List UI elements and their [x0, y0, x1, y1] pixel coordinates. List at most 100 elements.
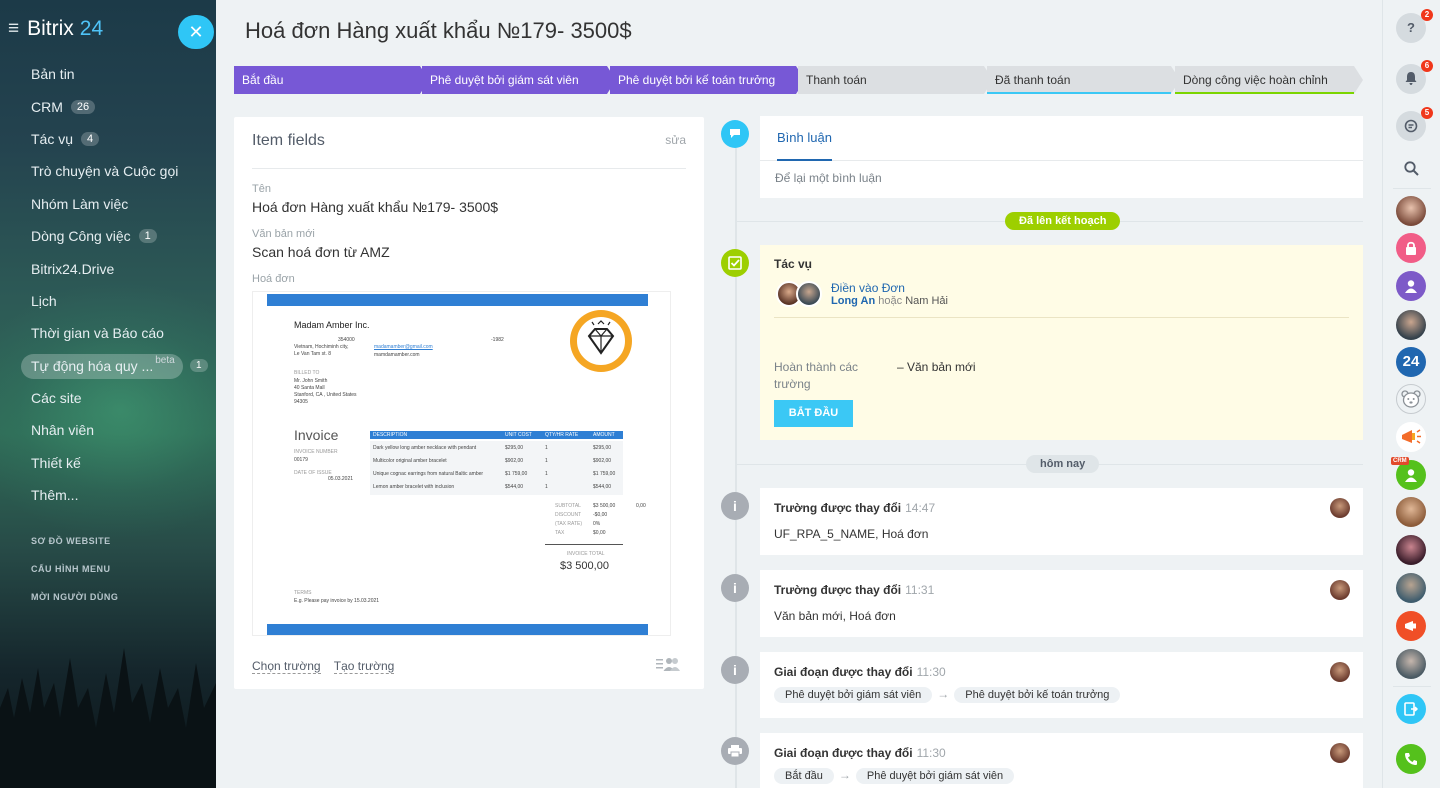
- sidebar-item-employees[interactable]: Nhân viên: [0, 414, 216, 446]
- sidebar-menu: Bản tin CRM 26 Tác vụ 4 Trò chuyện và Cuộc…: [0, 58, 216, 511]
- history-item: Giai đoạn được thay đổi 11:30 Phê duyệt b…: [760, 652, 1363, 718]
- avatar[interactable]: [1330, 662, 1350, 682]
- user-group-icon[interactable]: [1396, 271, 1426, 301]
- field-newtext-value: Scan hoá đơn từ AMZ: [252, 244, 390, 260]
- megaphone-icon[interactable]: [1396, 422, 1426, 452]
- sidebar-item-automation[interactable]: Tự động hóa quy ... beta 1: [0, 350, 216, 382]
- history-title: Giai đoạn được thay đổi 11:30: [774, 665, 946, 679]
- task-title: Tác vụ: [774, 257, 813, 271]
- task-assignees: Long An hoặc Nam Hải: [831, 295, 948, 307]
- select-field-link[interactable]: Chọn trường: [252, 659, 321, 674]
- info-icon: i: [721, 492, 749, 520]
- sidebar-item-tasks[interactable]: Tác vụ 4: [0, 123, 216, 155]
- avatar[interactable]: [1396, 497, 1426, 527]
- avatar[interactable]: [1396, 535, 1426, 565]
- stage-supervisor-approval[interactable]: Phê duyệt bởi giám sát viên: [422, 66, 616, 94]
- avatar[interactable]: [1330, 743, 1350, 763]
- info-icon: i: [721, 574, 749, 602]
- field-links: Chọn trường Tạo trường: [252, 659, 404, 674]
- avatar[interactable]: [1330, 580, 1350, 600]
- stage-payment[interactable]: Thanh toán: [798, 66, 993, 94]
- sidebar-item-more[interactable]: Thêm...: [0, 479, 216, 511]
- close-slider-button[interactable]: ✕: [178, 15, 214, 49]
- item-fields-card: Item fields sửa Tên Hoá đơn Hàng xuất kh…: [234, 117, 704, 689]
- configure-menu-link[interactable]: CẤU HÌNH MENU: [31, 564, 111, 574]
- history-title: Trường được thay đổi 11:31: [774, 583, 935, 597]
- page-title: Hoá đơn Hàng xuất khẩu №179- 3500$: [245, 18, 632, 43]
- menu-burger-icon[interactable]: ≡: [8, 18, 19, 40]
- sidebar-item-chat[interactable]: Trò chuyện và Cuộc gọi: [0, 155, 216, 187]
- timeline-line: [735, 133, 737, 788]
- history-item: Trường được thay đổi 11:31 Văn bản mới, H…: [760, 570, 1363, 637]
- sidebar-item-workflows[interactable]: Dòng Công việc 1: [0, 220, 216, 252]
- bear-icon[interactable]: [1396, 384, 1426, 414]
- left-sidebar: ≡ Bitrix 24 ✕ Bản tin CRM 26 Tác vụ 4 Trò c…: [0, 0, 216, 788]
- avatar[interactable]: [1396, 649, 1426, 679]
- announce-icon[interactable]: [1396, 611, 1426, 641]
- create-document-icon[interactable]: [1396, 694, 1426, 724]
- planned-badge: Đã lên kết hoạch: [1005, 212, 1121, 230]
- field-invoice-label: Hoá đơn: [252, 273, 295, 285]
- history-title: Giai đoạn được thay đổi 11:30: [774, 746, 946, 760]
- avatar[interactable]: [1330, 498, 1350, 518]
- sidebar-item-news[interactable]: Bản tin: [0, 58, 216, 90]
- avatar[interactable]: [1396, 196, 1426, 226]
- field-newtext-label: Văn bản mới: [252, 228, 315, 240]
- forest-background: [0, 648, 216, 788]
- help-icon[interactable]: ? 2: [1396, 9, 1433, 43]
- lock-icon[interactable]: [1396, 233, 1426, 263]
- sitemap-link[interactable]: SƠ ĐỒ WEBSITE: [31, 536, 111, 546]
- sidebar-item-sites[interactable]: Các site: [0, 382, 216, 414]
- invoice-image[interactable]: Madam Amber Inc. 354000 Vietnam, Hochimi…: [252, 291, 671, 636]
- chat-icon[interactable]: 5: [1396, 107, 1433, 141]
- task-check-icon: [721, 249, 749, 277]
- history-body: UF_RPA_5_NAME, Hoá đơn: [774, 527, 929, 541]
- comment-card: Bình luận Để lại một bình luận: [760, 116, 1363, 198]
- start-task-button[interactable]: BẮT ĐẦU: [774, 400, 853, 427]
- invite-users-link[interactable]: MỜI NGƯỜI DÙNG: [31, 592, 118, 602]
- crm-count-badge: 26: [70, 99, 96, 114]
- sidebar-item-drive[interactable]: Bitrix24.Drive: [0, 252, 216, 284]
- sidebar-item-workgroups[interactable]: Nhóm Làm việc: [0, 188, 216, 220]
- stage-start[interactable]: Bắt đầu: [234, 66, 429, 94]
- stage-accountant-approval[interactable]: Phê duyệt bởi kế toán trưởng: [610, 66, 805, 94]
- avatar[interactable]: [1396, 310, 1426, 340]
- search-icon[interactable]: [1396, 153, 1426, 183]
- stage-to-chip: Phê duyệt bởi giám sát viên: [855, 768, 1015, 784]
- stage-paid[interactable]: Đã thanh toán: [987, 66, 1180, 94]
- bell-icon[interactable]: 6: [1396, 60, 1433, 94]
- sidebar-item-design[interactable]: Thiết kế: [0, 447, 216, 479]
- field-users-icon[interactable]: [656, 657, 680, 671]
- stage-change: Phê duyệt bởi giám sát viên → Phê duyệt bở…: [774, 687, 1121, 703]
- create-field-link[interactable]: Tạo trường: [333, 659, 395, 674]
- phone-icon[interactable]: [1396, 744, 1426, 774]
- sidebar-item-time-reports[interactable]: Thời gian và Báo cáo: [0, 317, 216, 349]
- automation-count-badge: 1: [190, 358, 208, 372]
- history-title: Trường được thay đổi 14:47: [774, 501, 936, 515]
- tasks-count-badge: 4: [81, 131, 100, 146]
- diamond-logo-icon: [570, 310, 632, 372]
- today-badge: hôm nay: [1026, 455, 1100, 473]
- field-name-label: Tên: [252, 183, 271, 195]
- history-item: Trường được thay đổi 14:47 UF_RPA_5_NAME,…: [760, 488, 1363, 555]
- tab-comment[interactable]: Bình luận: [777, 130, 832, 145]
- avatar[interactable]: [1396, 573, 1426, 603]
- right-toolbar: ? 2 6 5 24 CRM: [1382, 0, 1440, 788]
- comment-input[interactable]: Để lại một bình luận: [775, 171, 882, 185]
- stage-workflow-complete[interactable]: Dòng công việc hoàn chỉnh: [1175, 66, 1363, 94]
- stage-bar: Bắt đầu Phê duyệt bởi giám sát viên Phê …: [234, 66, 1364, 94]
- stage-from-chip: Phê duyệt bởi giám sát viên: [774, 687, 933, 703]
- avatar[interactable]: [796, 281, 822, 307]
- history-body: Văn bản mới, Hoá đơn: [774, 609, 896, 623]
- b24-icon[interactable]: 24: [1396, 347, 1426, 377]
- task-field-value: – Văn bản mới: [897, 360, 976, 374]
- task-link[interactable]: Điền vào Đơn: [831, 281, 905, 295]
- field-name-value: Hoá đơn Hàng xuất khẩu №179- 3500$: [252, 199, 499, 215]
- sidebar-item-crm[interactable]: CRM 26: [0, 90, 216, 122]
- arrow-right-icon: →: [838, 768, 851, 782]
- edit-fields-link[interactable]: sửa: [665, 133, 686, 147]
- crm-contact-icon[interactable]: CRM: [1391, 457, 1426, 490]
- bitrix-logo[interactable]: ≡ Bitrix 24: [8, 17, 103, 41]
- task-field-label: Hoàn thành các trường: [774, 360, 859, 391]
- sidebar-item-calendar[interactable]: Lịch: [0, 285, 216, 317]
